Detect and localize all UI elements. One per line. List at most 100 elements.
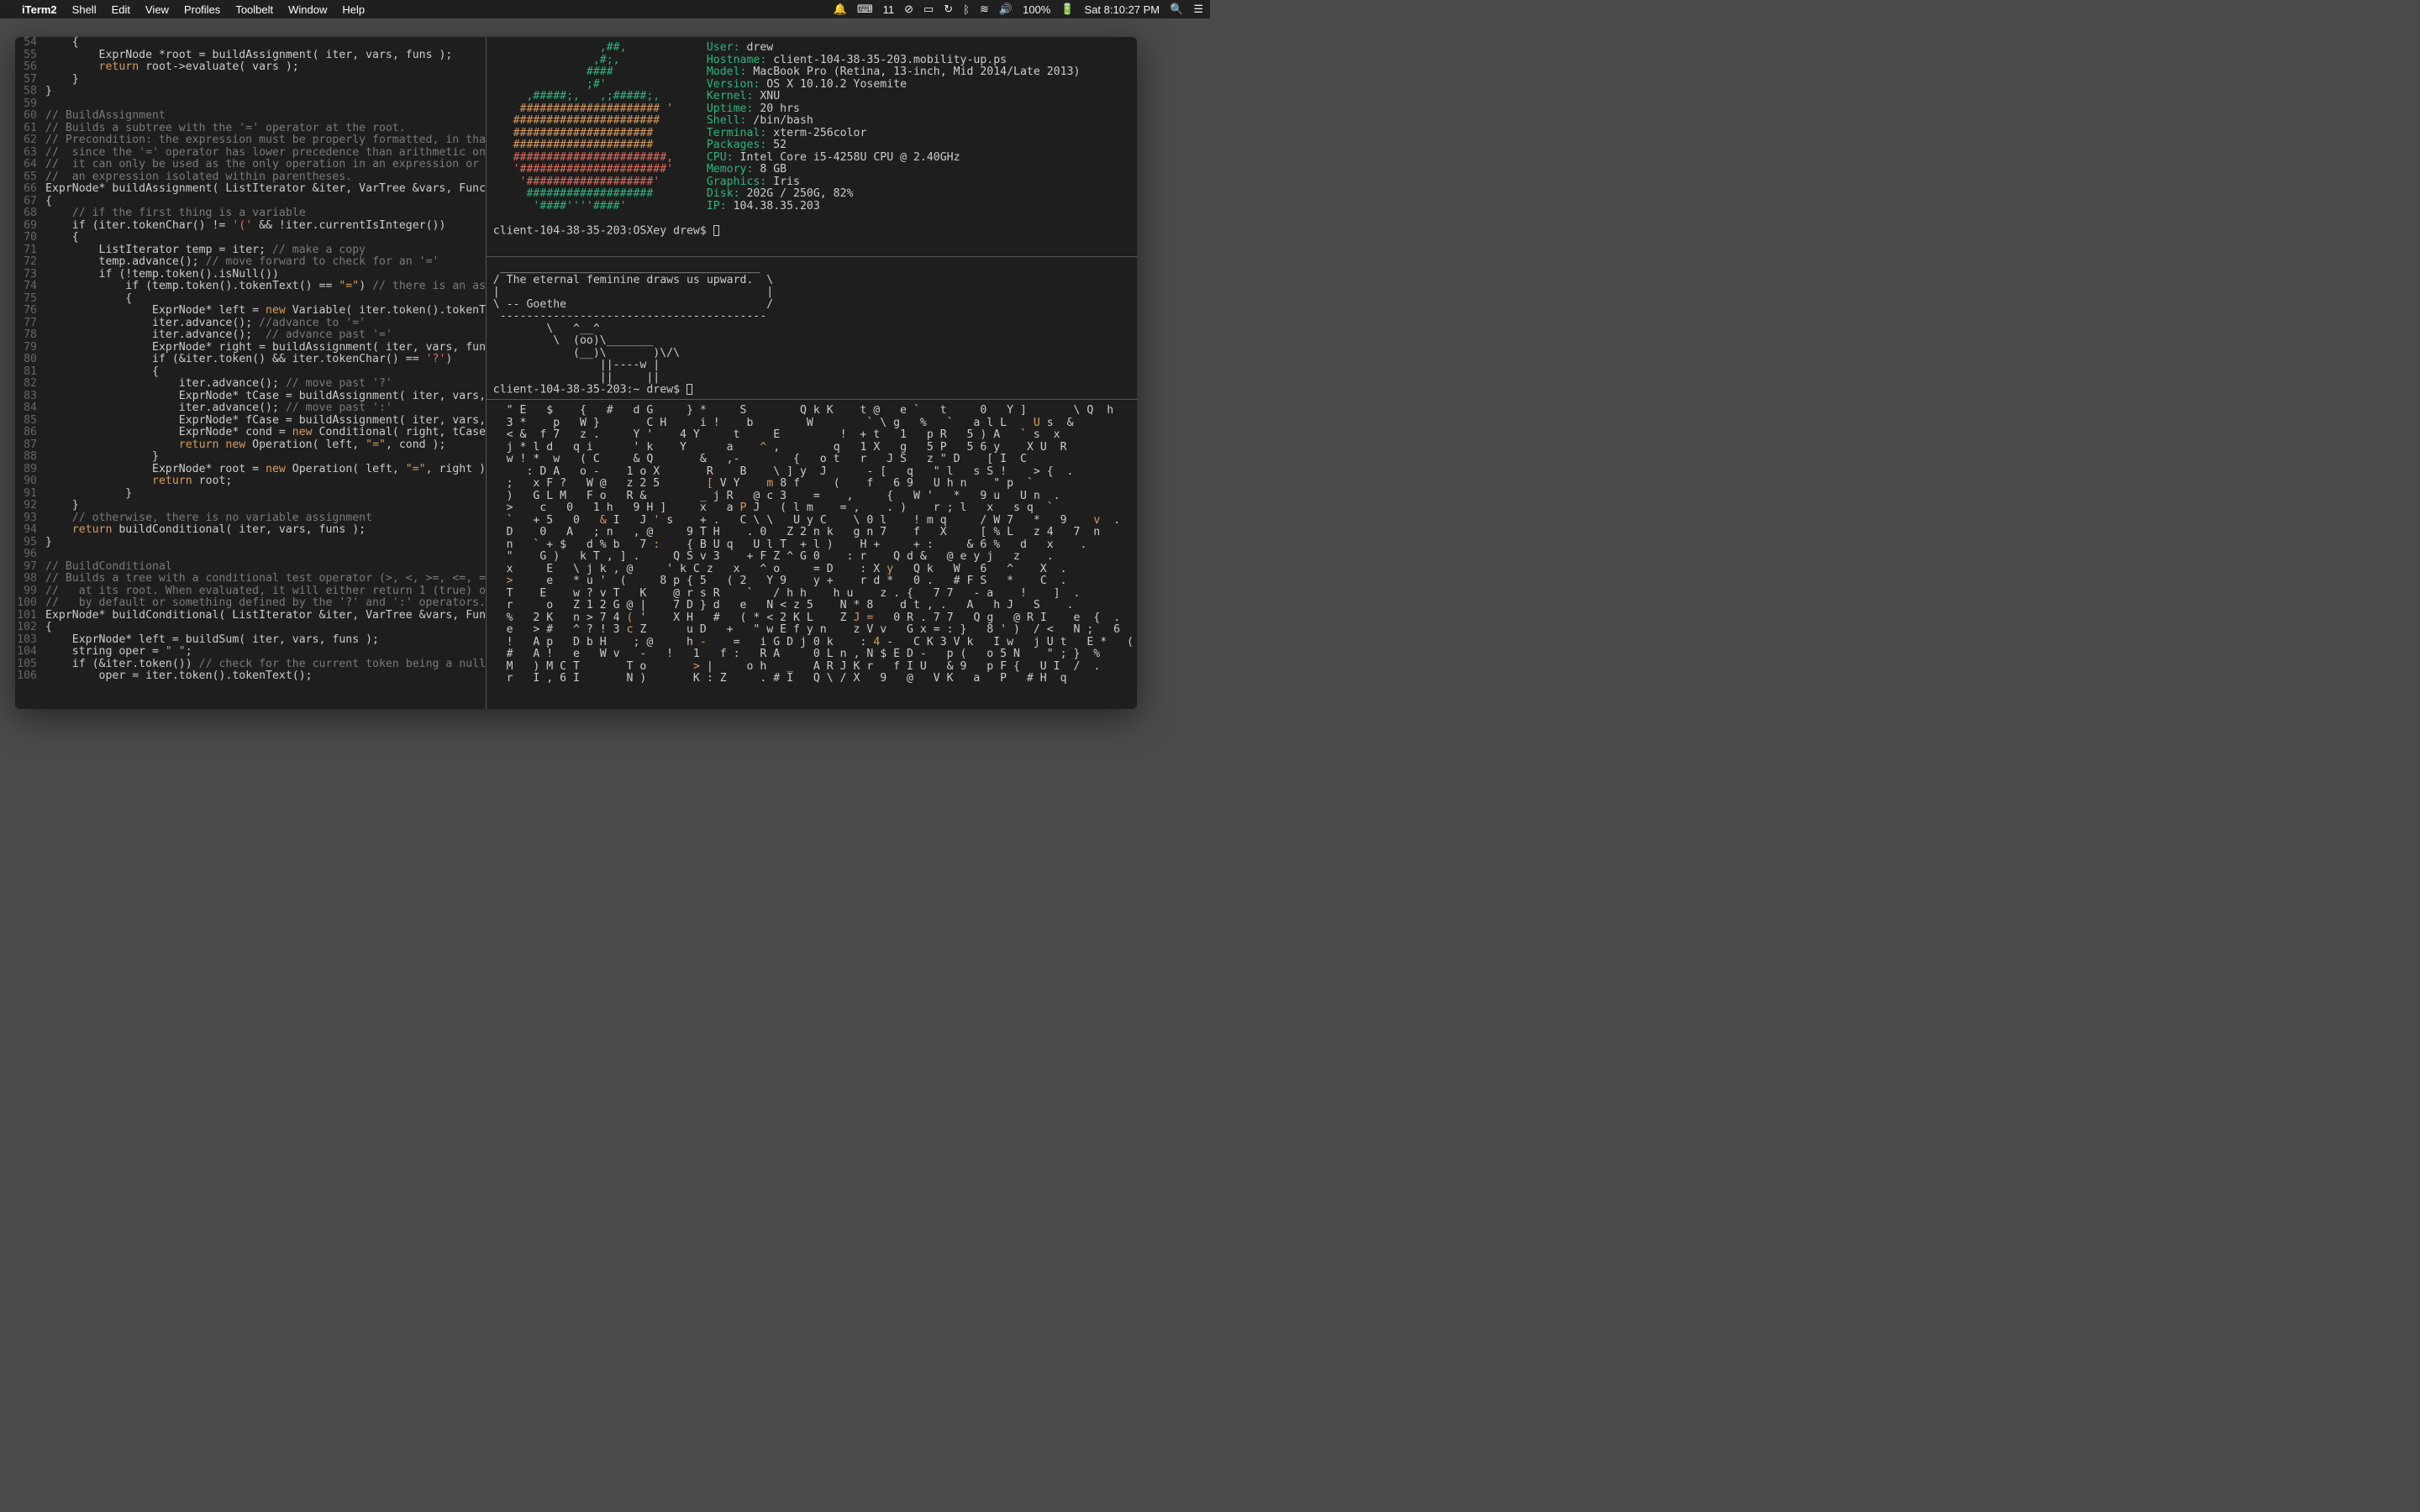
matrix-row: ; x F ? W @ z 2 5 [ V Y m 8 f ( f 6 9 U … [493,478,1134,491]
code-line: 57 } [15,74,486,87]
archey-row: ,##, User: drew [493,42,1134,55]
airplay-icon[interactable]: ▭ [923,3,934,16]
archey-prompt[interactable]: client-104-38-35-203:OSXey drew$ [493,225,1134,238]
menu-edit[interactable]: Edit [112,3,130,16]
matrix-row: ) G L M F o R & _ j R @ c 3 = , { W ' * … [493,491,1134,503]
menubar-left: iTerm2 Shell Edit View Profiles Toolbelt… [7,3,365,16]
menubar-right: 🔔 ⌨ 11 ⊘ ▭ ↻ ᛒ ≋ 🔊 100% 🔋 Sat 8:10:27 PM… [834,3,1203,16]
matrix-row: M ) M C T T o > | o h _ A R J K r f I U … [493,661,1134,674]
keyboard-icon[interactable]: ⌨ [857,3,873,16]
line-number: 76 [15,305,45,318]
cowsay-line: / The eternal feminine draws us upward. … [493,275,1134,287]
matrix-row: ` + 5 0 & I J ' s + . C \ \ U y C \ 0 l … [493,515,1134,528]
matrix-row: % 2 K n > 7 4 ( ' X H # ( * < 2 K L Z J … [493,612,1134,625]
archey-value: 8 GB [753,163,786,176]
line-number: 96 [15,549,45,561]
archey-row: ################### Disk: 202G / 250G, 8… [493,188,1134,201]
app-name[interactable]: iTerm2 [22,3,57,16]
archey-value: 104.38.35.203 [727,200,820,213]
line-number: 88 [15,451,45,464]
archey-value: xterm-256color [766,127,866,139]
iterm-window[interactable]: 54 {55 ExprNode *root = buildAssignment(… [15,37,1137,709]
cowsay-prompt[interactable]: client-104-38-35-203:~ drew$ [493,384,1134,396]
code-line: 103 ExprNode* left = buildSum( iter, var… [15,634,486,647]
cowsay-line: ---------------------------------------- [493,311,1134,323]
matrix-row: > e * u ' ( 8 p { 5 ( 2 Y 9 y + r d * 0 … [493,575,1134,588]
notifications-icon[interactable]: 🔔 [834,3,847,16]
line-number: 64 [15,159,45,171]
pane-archey[interactable]: ,##, User: drew ,#;, Hostname: client-10… [487,37,1137,257]
line-number: 97 [15,561,45,574]
cowsay-line: ||----w | [493,360,1134,372]
line-number: 101 [15,610,45,622]
line-number: 56 [15,61,45,74]
line-number: 62 [15,134,45,147]
matrix-row: > c 0 1 h 9 H ] x a P J ( l m = , . ) r … [493,502,1134,515]
line-number: 85 [15,415,45,428]
code-line: 87 return new Operation( left, "=", cond… [15,439,486,452]
line-number: 82 [15,378,45,391]
menu-help[interactable]: Help [342,3,365,16]
code-line: 60// BuildAssignment [15,110,486,123]
code-line: 73 if (!temp.token().isNull()) [15,269,486,281]
code-line: 72 temp.advance(); // move forward to ch… [15,256,486,269]
archey-value: drew [740,41,774,54]
code-line: 62// Precondition: the expression must b… [15,134,486,147]
archey-key: IP: [707,200,727,213]
bluetooth-icon[interactable]: ᛒ [963,3,970,16]
archey-key: Version: [707,78,760,91]
pane-cowsay[interactable]: _______________________________________/… [487,257,1137,400]
archey-row: ###################### Shell: /bin/bash [493,115,1134,128]
clock[interactable]: Sat 8:10:27 PM [1085,3,1160,16]
spotlight-icon[interactable]: 🔍 [1170,3,1183,16]
line-number: 77 [15,318,45,330]
line-number: 68 [15,207,45,220]
code-line: 97// BuildConditional [15,561,486,574]
line-number: 67 [15,196,45,208]
volume-icon[interactable]: 🔊 [999,3,1013,16]
code-line: 67{ [15,196,486,208]
menu-profiles[interactable]: Profiles [184,3,220,16]
cowsay-line: || || [493,372,1134,385]
code-line: 104 string oper = " "; [15,646,486,659]
archey-key: Model: [707,66,747,78]
code-line: 77 iter.advance(); //advance to '=' [15,318,486,330]
archey-row: #### Model: MacBook Pro (Retina, 13-inch… [493,66,1134,79]
archey-key: Kernel: [707,90,754,102]
code-line: 84 iter.advance(); // move past ':' [15,402,486,415]
matrix-row: 3 * p W } C H i ! b W ` \ g % ` a l L U … [493,417,1134,430]
timemachine-icon[interactable]: ↻ [944,3,953,16]
archey-row: ,#;, Hostname: client-104-38-35-203.mobi… [493,55,1134,67]
matrix-row: T E w ? v T K @ r s R ` / h h h u z . { … [493,588,1134,601]
wifi-icon[interactable]: ≋ [980,3,989,16]
code-line: 96 [15,549,486,561]
line-number: 54 [15,37,45,50]
line-number: 79 [15,342,45,354]
archey-key: Packages: [707,139,766,151]
menu-toolbelt[interactable]: Toolbelt [235,3,273,16]
cowsay-line: | | [493,286,1134,299]
pane-matrix[interactable]: " E $ { # d G } * S Q k K t @ e ` t 0 Y … [487,400,1137,709]
pane-right-stack: ,##, User: drew ,#;, Hostname: client-10… [487,37,1137,709]
prompt-cursor [713,225,719,236]
matrix-row: x E \ j k , @ ' k C z x ^ o = D : X y Q … [493,564,1134,576]
dnd-icon[interactable]: ⊘ [904,3,913,16]
matrix-row: D 0 A ; n , @ 9 T H . 0 Z 2 n k g n 7 f … [493,527,1134,539]
menu-window[interactable]: Window [288,3,327,16]
matrix-row: j * l d q i ' k Y a ^ , q 1 X g 5 P 5 6 … [493,442,1134,454]
code-line: 105 if (&iter.token()) // check for the … [15,659,486,671]
matrix-row: : D A o - 1 o X R B \ ] y J - [ q " l s … [493,466,1134,479]
code-line: 99// at its root. When evaluated, it wil… [15,585,486,598]
code-line: 75 { [15,293,486,306]
menu-extras-icon[interactable]: ☰ [1193,3,1203,16]
menu-view[interactable]: View [145,3,169,16]
cowsay-line: \ -- Goethe / [493,299,1134,312]
matrix-row: # A ! e W v - ! 1 f : R A 0 L n , N $ E … [493,648,1134,661]
battery-icon[interactable]: 🔋 [1060,3,1074,16]
pane-code-editor[interactable]: 54 {55 ExprNode *root = buildAssignment(… [15,37,487,709]
menu-shell[interactable]: Shell [72,3,97,16]
archey-key: Graphics: [707,176,766,188]
matrix-row: " E $ { # d G } * S Q k K t @ e ` t 0 Y … [493,405,1134,417]
code-line: 74 if (temp.token().tokenText() == "=") … [15,281,486,293]
code-line: 66ExprNode* buildAssignment( ListIterato… [15,183,486,196]
